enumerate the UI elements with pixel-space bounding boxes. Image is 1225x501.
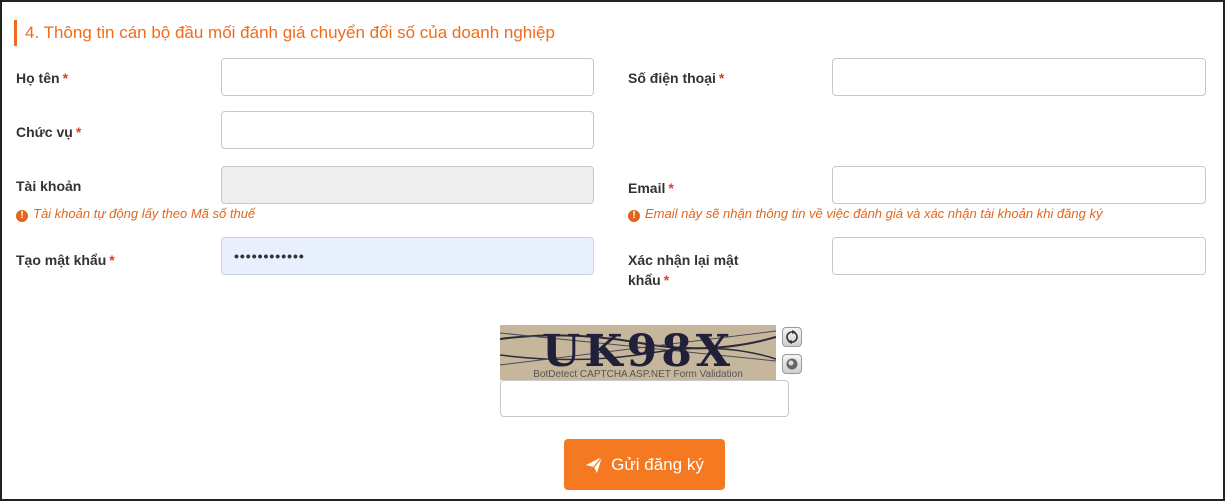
captcha-input[interactable] [500, 380, 789, 417]
captcha-audio-button[interactable] [782, 354, 802, 374]
submit-button[interactable]: Gửi đăng ký [564, 439, 725, 490]
captcha-reload-button[interactable] [782, 327, 802, 347]
submit-label: Gửi đăng ký [611, 454, 704, 474]
full-name-input[interactable] [221, 58, 594, 96]
form-panel: 4. Thông tin cán bộ đầu mối đánh giá chu… [0, 0, 1225, 501]
info-icon: ! [628, 210, 640, 222]
section-title: 4. Thông tin cán bộ đầu mối đánh giá chu… [14, 20, 555, 46]
refresh-icon [786, 330, 798, 344]
position-input[interactable] [221, 111, 594, 149]
email-input[interactable] [832, 166, 1206, 204]
account-label: Tài khoản [16, 178, 82, 194]
account-input [221, 166, 594, 204]
full-name-label: Họ tên * [16, 70, 69, 86]
email-hint: ! Email này sẽ nhận thông tin về việc đán… [628, 205, 1102, 223]
info-icon: ! [16, 210, 28, 222]
password-label: Tạo mật khẩu * [16, 252, 115, 268]
speaker-icon [786, 358, 798, 370]
account-hint: ! Tài khoản tự động lấy theo Mã số thuế [16, 205, 255, 223]
send-icon [586, 456, 603, 473]
email-label: Email * [628, 180, 674, 196]
password-input[interactable] [221, 237, 594, 275]
phone-label: Số điện thoại * [628, 70, 725, 86]
confirm-password-label: Xác nhận lại mật khẩu * [628, 252, 739, 288]
phone-input[interactable] [832, 58, 1206, 96]
position-label: Chức vụ * [16, 124, 82, 140]
confirm-password-input[interactable] [832, 237, 1206, 275]
